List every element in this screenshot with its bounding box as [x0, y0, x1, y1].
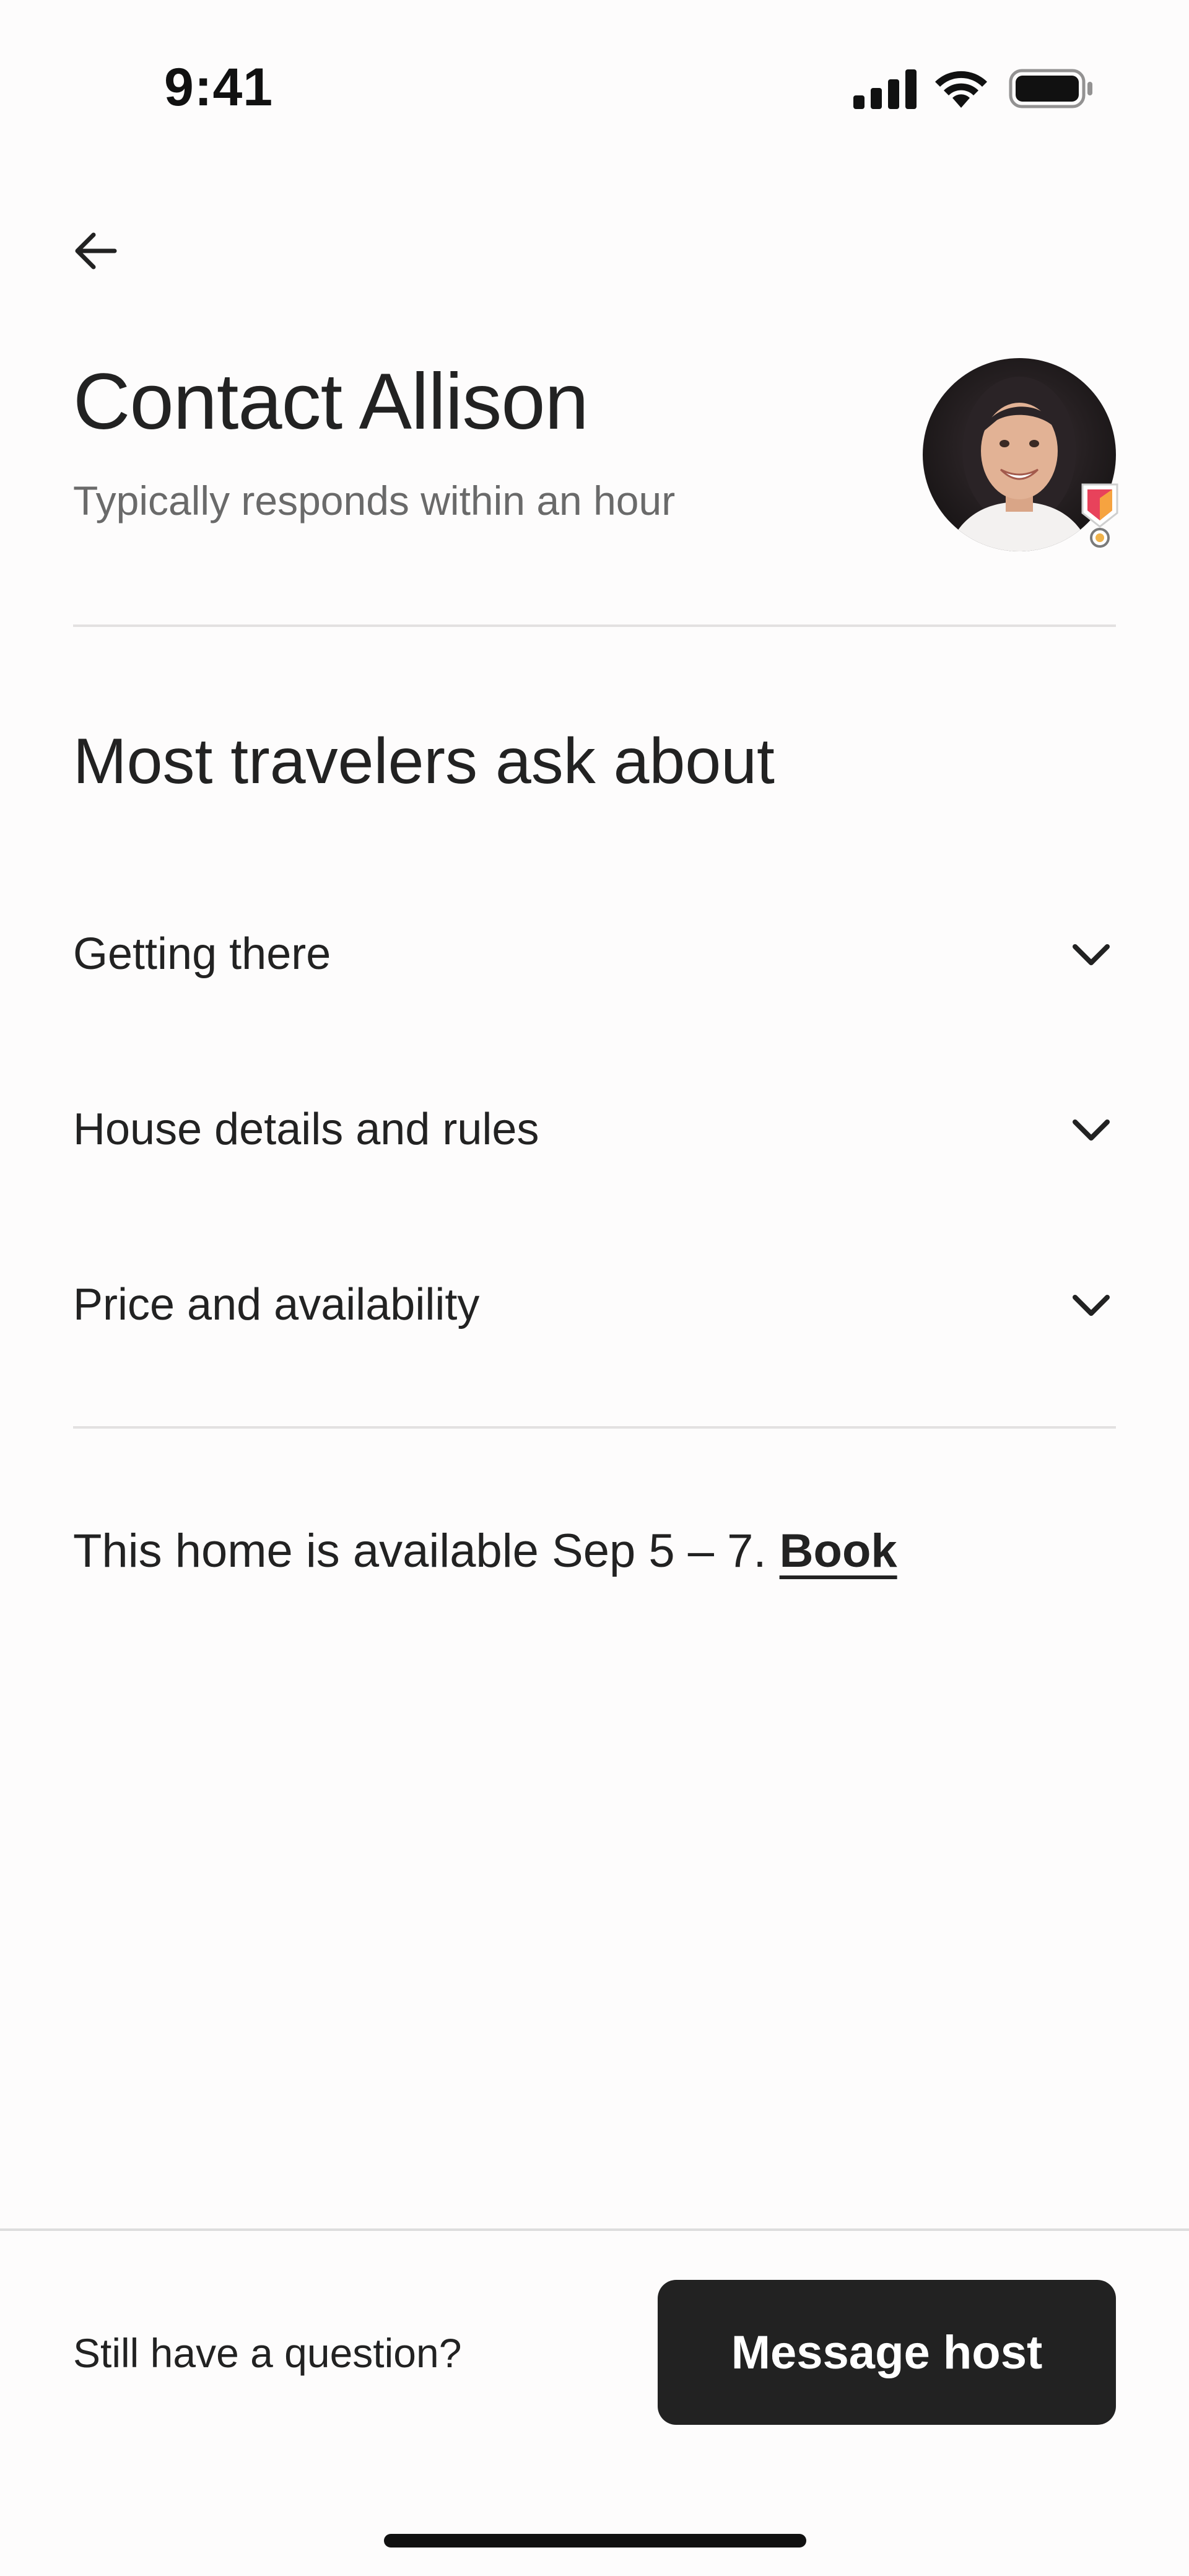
availability-text: This home is available Sep 5 – 7. [73, 1525, 767, 1577]
cellular-signal-icon [853, 69, 917, 109]
home-indicator[interactable] [384, 2534, 806, 2548]
faq-divider [73, 1426, 1116, 1429]
page-title: Contact Allison [73, 357, 589, 446]
faq-item-label: House details and rules [73, 1105, 539, 1154]
faq-item-price-availability[interactable]: Price and availability [73, 1255, 1116, 1354]
chevron-down-icon [1073, 1119, 1110, 1141]
battery-icon [1009, 69, 1092, 108]
faq-item-label: Getting there [73, 929, 331, 979]
back-button[interactable] [68, 223, 124, 279]
footer-question-text: Still have a question? [73, 2330, 462, 2376]
superhost-badge-icon [1081, 483, 1118, 548]
chevron-down-icon [1073, 944, 1110, 965]
chevron-down-icon [1073, 1295, 1110, 1316]
status-icons [848, 67, 1096, 110]
faq-item-house-details[interactable]: House details and rules [73, 1080, 1116, 1179]
response-time-text: Typically responds within an hour [73, 478, 676, 524]
wifi-icon [935, 71, 987, 108]
status-time: 9:41 [164, 58, 274, 117]
availability-notice: This home is available Sep 5 – 7. Book [73, 1524, 897, 1578]
arrow-left-icon [75, 232, 117, 269]
faq-item-getting-there[interactable]: Getting there [73, 905, 1116, 1004]
faq-item-label: Price and availability [73, 1280, 480, 1330]
faq-section-title: Most travelers ask about [73, 725, 775, 797]
book-link[interactable]: Book [780, 1525, 897, 1577]
host-avatar[interactable] [923, 358, 1127, 563]
header-divider [73, 624, 1116, 627]
message-host-button[interactable]: Message host [658, 2280, 1116, 2425]
footer-divider [0, 2228, 1189, 2231]
